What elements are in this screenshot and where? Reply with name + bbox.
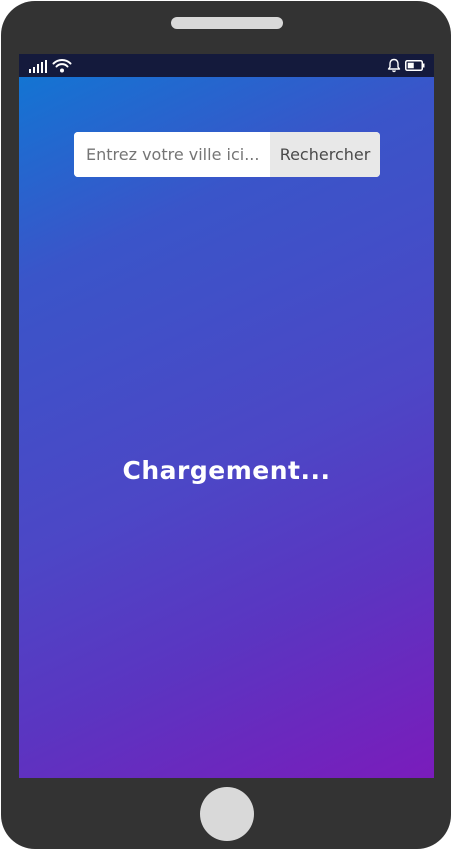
bell-icon [387, 58, 401, 73]
search-bar: Rechercher [74, 132, 380, 177]
battery-icon [405, 60, 425, 71]
wifi-icon [52, 59, 72, 73]
home-button[interactable] [200, 787, 254, 841]
status-bar [19, 54, 434, 77]
phone-frame: Rechercher Chargement... [1, 1, 451, 849]
signal-icon [29, 60, 47, 73]
search-button[interactable]: Rechercher [270, 132, 380, 177]
app-screen: Rechercher Chargement... [19, 54, 434, 778]
loading-message: Chargement... [122, 456, 331, 485]
city-search-input[interactable] [74, 132, 270, 177]
phone-speaker [171, 17, 283, 29]
